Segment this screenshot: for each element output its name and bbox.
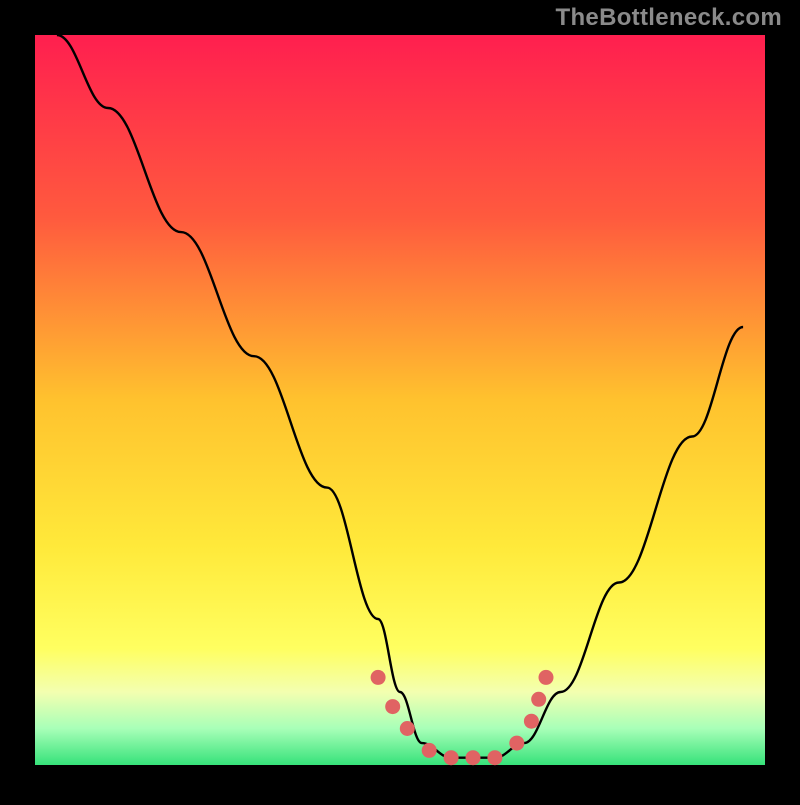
valley-dot — [531, 692, 546, 707]
valley-dot — [539, 670, 554, 685]
valley-dot — [509, 736, 524, 751]
valley-dot — [385, 699, 400, 714]
valley-dot — [444, 750, 459, 765]
valley-dot — [487, 750, 502, 765]
valley-dot — [371, 670, 386, 685]
valley-dot — [400, 721, 415, 736]
valley-dot — [422, 743, 437, 758]
watermark-text: TheBottleneck.com — [556, 4, 782, 32]
plot-background — [35, 35, 765, 765]
bottleneck-chart — [0, 0, 800, 800]
chart-frame: TheBottleneck.com — [0, 0, 800, 800]
valley-dot — [466, 750, 481, 765]
valley-dot — [524, 714, 539, 729]
